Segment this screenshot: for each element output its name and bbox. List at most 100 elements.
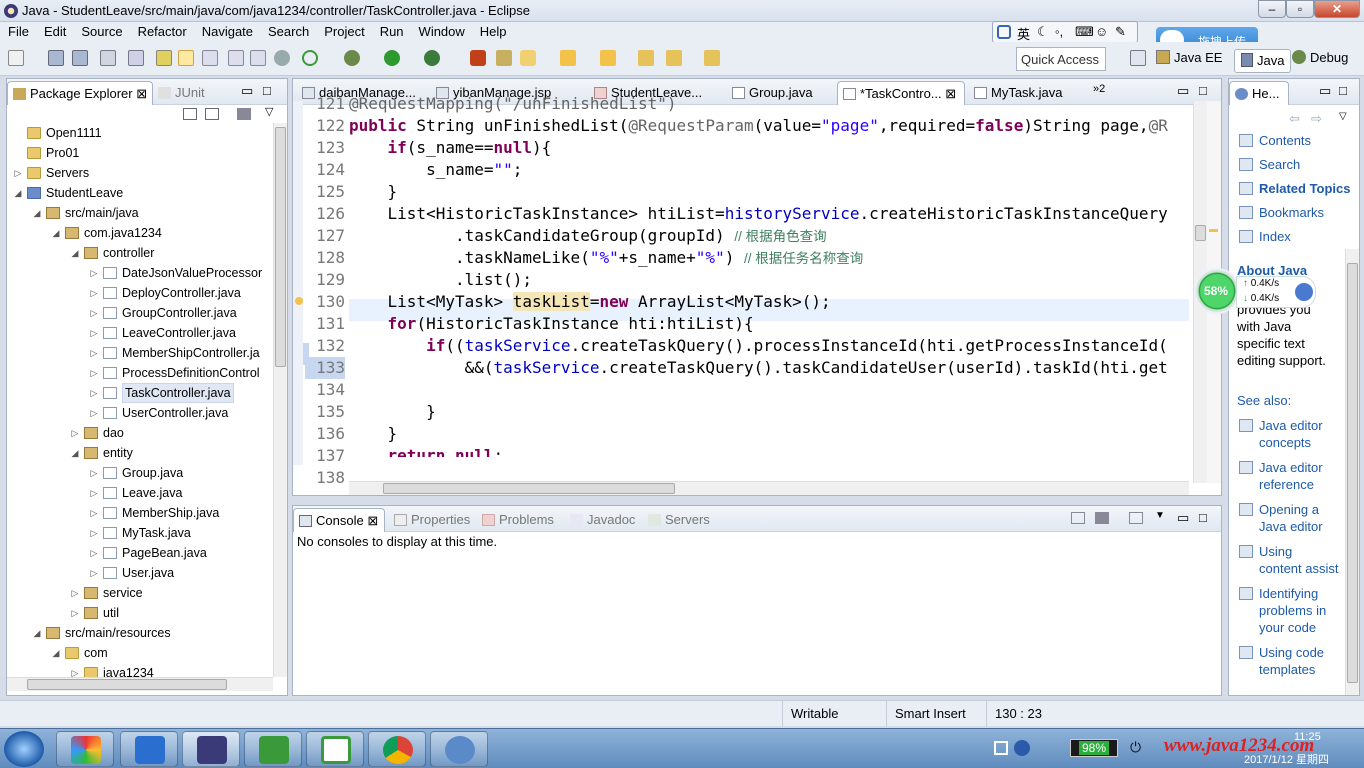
taskbar-camtasia-2[interactable] xyxy=(306,731,364,767)
code-editor[interactable]: @RequestMapping("/unFinishedList") publi… xyxy=(349,93,1189,457)
collapse-all-icon[interactable] xyxy=(183,108,197,120)
tree-vertical-scrollbar[interactable] xyxy=(273,123,287,677)
minimize-view-icon[interactable]: ▭ xyxy=(241,83,253,99)
expanded-arrow-icon[interactable]: ◢ xyxy=(32,623,42,643)
tree-item[interactable]: ◢ entity xyxy=(7,443,273,463)
perspective-java[interactable]: Java xyxy=(1234,49,1292,73)
taskbar-mysql[interactable] xyxy=(430,731,488,767)
display-console-icon[interactable] xyxy=(1095,512,1109,524)
save-all-icon[interactable] xyxy=(72,50,88,66)
tree-item[interactable]: ▷ java1234 xyxy=(7,663,273,677)
open-type-icon[interactable] xyxy=(496,50,512,66)
help-menu-icon[interactable]: ▽ xyxy=(1339,111,1347,122)
maximize-console-icon[interactable]: □ xyxy=(1199,510,1207,525)
collapsed-arrow-icon[interactable]: ▷ xyxy=(70,423,80,443)
see-also-topic[interactable]: Java editor concepts xyxy=(1239,417,1323,451)
block-selection-icon[interactable] xyxy=(202,50,218,66)
help-contents-link[interactable]: Contents xyxy=(1239,133,1311,148)
debug-bug-icon[interactable] xyxy=(344,50,360,66)
collapsed-arrow-icon[interactable]: ▷ xyxy=(70,603,80,623)
menu-edit[interactable]: Edit xyxy=(36,22,73,39)
tab-properties[interactable]: Properties xyxy=(389,508,477,532)
tree-item[interactable]: ▷ MyTask.java xyxy=(7,523,273,543)
tree-item[interactable]: ▷ UserController.java xyxy=(7,403,273,423)
expanded-arrow-icon[interactable]: ◢ xyxy=(13,183,23,203)
help-bookmarks-link[interactable]: Bookmarks xyxy=(1239,205,1324,220)
print-icon[interactable] xyxy=(100,50,116,66)
ime-moon-icon[interactable]: ☾ xyxy=(1037,24,1049,40)
tab-console[interactable]: Console ⊠ xyxy=(293,508,385,532)
taskbar-camtasia[interactable] xyxy=(244,731,302,767)
collapsed-arrow-icon[interactable]: ▷ xyxy=(89,483,99,503)
tree-item[interactable]: Pro01 xyxy=(7,143,273,163)
tree-item[interactable]: ◢ src/main/resources xyxy=(7,623,273,643)
tray-battery[interactable]: 98% xyxy=(1070,739,1118,757)
help-related-topics-link[interactable]: Related Topics xyxy=(1239,181,1351,196)
new-icon[interactable] xyxy=(8,50,24,66)
expanded-arrow-icon[interactable]: ◢ xyxy=(70,243,80,263)
collapsed-arrow-icon[interactable]: ▷ xyxy=(89,403,99,423)
collapsed-arrow-icon[interactable]: ▷ xyxy=(89,383,99,403)
close-button[interactable]: ✕ xyxy=(1314,0,1360,18)
maximize-view-icon[interactable]: □ xyxy=(263,83,271,98)
maximize-editor-icon[interactable]: □ xyxy=(1199,83,1207,98)
tree-item[interactable]: ◢ com xyxy=(7,643,273,663)
tree-item[interactable]: Open1111 xyxy=(7,123,273,143)
editor-horizontal-scrollbar[interactable] xyxy=(349,481,1189,495)
tab-junit[interactable]: JUnit xyxy=(153,81,223,105)
see-also-topic[interactable]: Using content assist xyxy=(1239,543,1339,577)
pin-console-icon[interactable] xyxy=(1071,512,1085,524)
menu-project[interactable]: Project xyxy=(316,22,371,39)
collapsed-arrow-icon[interactable]: ▷ xyxy=(89,263,99,283)
tree-item[interactable]: ▷ DateJsonValueProcessor xyxy=(7,263,273,283)
menu-search[interactable]: Search xyxy=(260,22,316,39)
taskbar-chrome[interactable] xyxy=(368,731,426,767)
ime-keyboard-icon[interactable]: ⌨ xyxy=(1075,24,1094,40)
perspective-debug[interactable]: Debug xyxy=(1292,50,1348,65)
link-editor-icon[interactable] xyxy=(205,108,219,120)
help-back-icon[interactable]: ⇦ xyxy=(1289,111,1300,127)
see-also-topic[interactable]: Using code templates xyxy=(1239,644,1324,678)
forward-icon[interactable] xyxy=(704,50,720,66)
collapsed-arrow-icon[interactable]: ▷ xyxy=(89,503,99,523)
tray-help-icon[interactable] xyxy=(1014,740,1030,756)
view-menu-icon[interactable]: ▼ xyxy=(1155,510,1165,521)
taskbar-app-1[interactable] xyxy=(56,731,114,767)
tree-item[interactable]: ▷ TaskController.java xyxy=(7,383,273,403)
see-also-topic[interactable]: Opening a Java editor xyxy=(1239,501,1323,535)
expanded-arrow-icon[interactable]: ◢ xyxy=(51,223,61,243)
prev-annotation-icon[interactable] xyxy=(600,50,616,66)
taskbar-wps-writer[interactable] xyxy=(120,731,178,767)
tree-item[interactable]: ◢ StudentLeave xyxy=(7,183,273,203)
collapsed-arrow-icon[interactable]: ▷ xyxy=(89,283,99,303)
external-tools-icon[interactable] xyxy=(470,50,486,66)
tab-package-explorer[interactable]: Package Explorer ⊠ xyxy=(7,81,153,105)
collapsed-arrow-icon[interactable]: ▷ xyxy=(89,523,99,543)
maximize-button[interactable]: ▫ xyxy=(1286,0,1314,18)
ime-punct-icon[interactable]: ◦, xyxy=(1055,24,1063,39)
save-icon[interactable] xyxy=(48,50,64,66)
menu-file[interactable]: File xyxy=(0,22,36,39)
ime-user-icon[interactable]: ☺ xyxy=(1095,24,1108,39)
tree-item[interactable]: ▷ Leave.java xyxy=(7,483,273,503)
accelerate-icon[interactable] xyxy=(1295,283,1313,301)
see-also-topic[interactable]: Identifying problems in your code xyxy=(1239,585,1326,636)
tree-item[interactable]: ▷ Group.java xyxy=(7,463,273,483)
tree-item[interactable]: ▷ MemberShip.java xyxy=(7,503,273,523)
tab-help[interactable]: He... xyxy=(1229,81,1289,105)
help-scrollbar[interactable] xyxy=(1345,249,1359,695)
tree-item[interactable]: ▷ dao xyxy=(7,423,273,443)
see-also-topic[interactable]: Java editor reference xyxy=(1239,459,1323,493)
show-whitespace-icon[interactable] xyxy=(228,50,244,66)
expanded-arrow-icon[interactable]: ◢ xyxy=(70,443,80,463)
collapsed-arrow-icon[interactable]: ▷ xyxy=(89,563,99,583)
menu-help[interactable]: Help xyxy=(472,22,514,39)
tree-item[interactable]: ▷ User.java xyxy=(7,563,273,583)
collapsed-arrow-icon[interactable]: ▷ xyxy=(89,463,99,483)
tab-javadoc[interactable]: Javadoc xyxy=(565,508,641,532)
minimize-console-icon[interactable]: ▭ xyxy=(1177,510,1189,526)
ime-settings-icon[interactable]: ✎ xyxy=(1115,24,1126,40)
open-perspective-icon[interactable] xyxy=(1130,50,1146,66)
collapsed-arrow-icon[interactable]: ▷ xyxy=(89,323,99,343)
clock-date[interactable]: 2017/1/12 星期四 xyxy=(1244,751,1329,767)
